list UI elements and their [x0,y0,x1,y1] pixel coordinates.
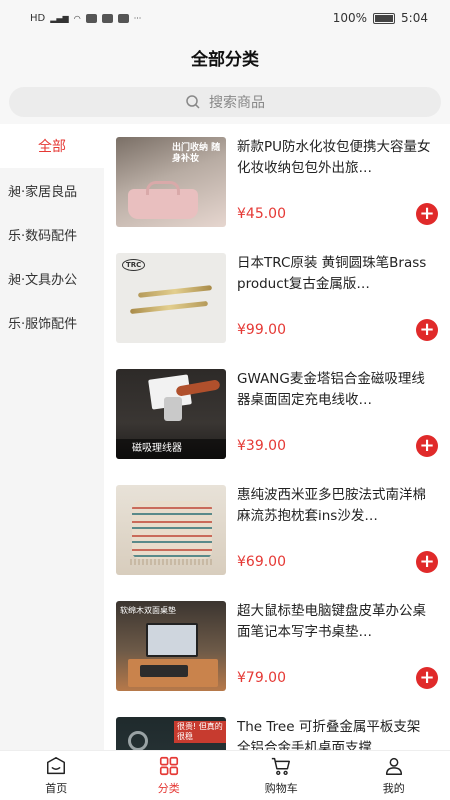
product-price: ¥69.00 [237,554,286,570]
product-item[interactable]: 软绵木双面桌垫 超大鼠标垫电脑键盘皮革办公桌面笔记本写字书桌垫… ¥79.00 … [116,601,442,691]
add-to-cart-button[interactable]: + [416,667,438,689]
category-icon [159,756,178,776]
product-image: 出门收纳 随身补妆 [116,137,226,227]
product-item[interactable]: 惠纯波西米亚多巴胺法式南洋棉麻流苏抱枕套ins沙发… ¥69.00 + [116,485,442,575]
status-bar: HD ▂▄▆ ◠ ··· 100% 5:04 [0,0,450,36]
sidebar-item-stationery-office[interactable]: 昶·文具办公 [0,256,104,300]
tab-label: 首页 [45,782,68,795]
sidebar-item-digital-accessories[interactable]: 乐·数码配件 [0,212,104,256]
search-area: 搜索商品 [0,78,450,124]
tab-profile[interactable]: 我的 [338,751,450,800]
page-title: 全部分类 [191,49,259,70]
tab-label: 购物车 [264,782,298,795]
product-list: 出门收纳 随身补妆 新款PU防水化妆包便携大容量女化妆收纳包包外出旅… ¥45.… [104,124,450,750]
tab-cart[interactable]: 购物车 [225,751,338,800]
product-name: 新款PU防水化妆包便携大容量女化妆收纳包包外出旅… [237,139,431,176]
product-name: GWANG麦金塔铝合金磁吸理线器桌面固定充电线收… [237,371,425,408]
thumb-caption: 软绵木双面桌垫 [120,606,176,615]
product-item[interactable]: 磁吸理线器 GWANG麦金塔铝合金磁吸理线器桌面固定充电线收… ¥39.00 + [116,369,442,459]
thumb-caption: 出门收纳 随身补妆 [172,143,221,164]
battery-icon [373,12,396,24]
tab-label: 分类 [157,782,180,795]
search-input[interactable]: 搜索商品 [9,87,441,117]
search-placeholder: 搜索商品 [209,95,265,111]
product-price: ¥45.00 [237,206,286,222]
category-sidebar: 全部 昶·家居良品 乐·数码配件 昶·文具办公 乐·服饰配件 [0,124,104,750]
cart-icon [272,757,291,776]
search-icon [186,95,200,109]
user-icon [385,757,402,775]
add-to-cart-button[interactable]: + [416,319,438,341]
product-image: 磁吸理线器 [116,369,226,459]
bottom-tab-bar: 首页 分类 购物车 我的 [0,750,450,800]
clock: 5:04 [401,11,428,25]
message-icon [117,13,129,23]
product-name: 超大鼠标垫电脑键盘皮革办公桌面笔记本写字书桌垫… [237,603,426,640]
brand-logo: TRC [122,259,146,271]
status-icons: HD ▂▄▆ ◠ ··· [30,13,141,24]
sidebar-item-all[interactable]: 全部 [0,124,104,168]
signal-icon: ▂▄▆ [50,13,69,23]
product-item[interactable]: 很贵! 但真的很稳 The Tree 可折叠金属平板支架 全铝合金手机桌面支撑… [116,717,442,750]
sidebar-item-home-goods[interactable]: 昶·家居良品 [0,168,104,212]
product-price: ¥99.00 [237,322,286,338]
hd-badge: HD [30,12,46,24]
product-image: 软绵木双面桌垫 [116,601,226,691]
product-name: The Tree 可折叠金属平板支架 全铝合金手机桌面支撑… [237,719,421,750]
app-icon [101,13,113,23]
product-name: 惠纯波西米亚多巴胺法式南洋棉麻流苏抱枕套ins沙发… [237,487,426,524]
tab-label: 我的 [382,782,405,795]
sidebar-item-apparel-accessories[interactable]: 乐·服饰配件 [0,300,104,344]
thumb-caption: 磁吸理线器 [116,439,226,459]
more-icon: ··· [133,13,142,23]
product-item[interactable]: TRC 日本TRC原装 黄铜圆珠笔Brass product复古金属版… ¥99… [116,253,442,343]
tab-category[interactable]: 分类 [113,751,226,800]
product-price: ¥79.00 [237,670,286,686]
tab-home[interactable]: 首页 [0,751,113,800]
page-header: 全部分类 [0,36,450,78]
battery-percent: 100% [332,11,368,25]
add-to-cart-button[interactable]: + [416,203,438,225]
product-name: 日本TRC原装 黄铜圆珠笔Brass product复古金属版… [237,255,427,292]
home-icon [47,757,66,775]
product-item[interactable]: 出门收纳 随身补妆 新款PU防水化妆包便携大容量女化妆收纳包包外出旅… ¥45.… [116,137,442,227]
notification-icon [85,13,97,23]
product-image: 很贵! 但真的很稳 [116,717,226,750]
add-to-cart-button[interactable]: + [416,435,438,457]
product-price: ¥39.00 [237,438,286,454]
thumb-caption: 很贵! 但真的很稳 [174,721,226,743]
product-image: TRC [116,253,226,343]
product-image [116,485,226,575]
add-to-cart-button[interactable]: + [416,551,438,573]
wifi-icon: ◠ [73,13,81,23]
